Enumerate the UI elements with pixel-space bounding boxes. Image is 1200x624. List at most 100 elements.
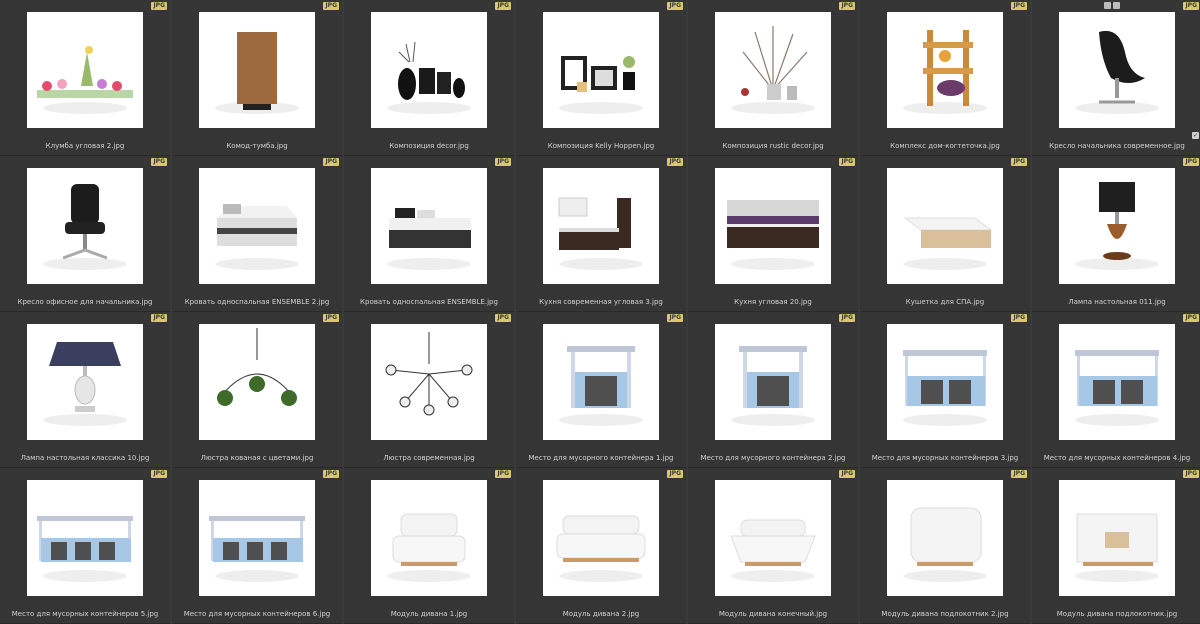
file-type-badge: JPG <box>667 158 683 166</box>
thumbnail-label: Кровать односпальная ENSEMBLE 2.jpg <box>184 298 330 306</box>
thumbnail-cell[interactable]: JPG Кухня современная угловая 3.jpg <box>516 156 686 312</box>
thumbnail-image[interactable] <box>715 12 831 128</box>
file-type-badge: JPG <box>839 2 855 10</box>
thumbnail-label: Клумба угловая 2.jpg <box>45 142 125 150</box>
thumbnail-image[interactable] <box>199 168 315 284</box>
bed-dark-icon <box>387 208 471 270</box>
spa-couch-icon <box>903 217 993 270</box>
thumbnail-cell[interactable]: JPG Модуль дивана конечный.jpg <box>688 468 858 624</box>
thumbnail-image[interactable] <box>371 480 487 596</box>
thumbnail-cell[interactable]: JPG Композиция rustic decor.jpg <box>688 0 858 156</box>
thumbnail-cell[interactable]: JPG Люстра кованая с цветами.jpg <box>172 312 342 468</box>
thumbnail-cell[interactable]: JPG Кровать односпальная ENSEMBLE 2.jpg <box>172 156 342 312</box>
file-type-badge: JPG <box>839 470 855 478</box>
thumbnail-image[interactable] <box>543 480 659 596</box>
thumbnail-grid: JPG Клумба угловая 2.jpg JPG Комод-тумба.jp… <box>0 0 1200 624</box>
thumbnail-cell[interactable]: JPG Модуль дивана подлокотник.jpg <box>1032 468 1200 624</box>
thumbnail-label: Модуль дивана 1.jpg <box>390 610 468 618</box>
file-type-badge: JPG <box>1011 470 1027 478</box>
thumbnail-label: Место для мусорного контейнера 2.jpg <box>700 454 846 462</box>
thumbnail-image[interactable] <box>199 12 315 128</box>
thumbnail-image[interactable] <box>715 324 831 440</box>
thumbnail-image[interactable] <box>27 12 143 128</box>
thumbnail-cell[interactable]: JPG Комод-тумба.jpg <box>172 0 342 156</box>
thumbnail-image[interactable] <box>887 324 1003 440</box>
thumbnail-cell[interactable]: JPG Модуль дивана 1.jpg <box>344 468 514 624</box>
thumbnail-cell[interactable]: JPG Композиция Kelly Hoppen.jpg <box>516 0 686 156</box>
thumbnail-image[interactable] <box>1059 168 1175 284</box>
thumbnail-label: Кухня современная угловая 3.jpg <box>539 298 663 306</box>
bin-shelter-wide-icon <box>903 350 987 426</box>
thumbnail-image[interactable] <box>543 324 659 440</box>
file-type-badge: JPG <box>667 470 683 478</box>
thumbnail-image[interactable] <box>199 324 315 440</box>
thumbnail-cell[interactable]: JPG Лампа настольная 011.jpg <box>1032 156 1200 312</box>
thumbnail-cell[interactable]: JPG Кухня угловая 20.jpg <box>688 156 858 312</box>
thumbnail-image[interactable] <box>887 12 1003 128</box>
thumbnail-label: Композиция decor.jpg <box>389 142 469 150</box>
select-checkbox[interactable]: ✓ <box>1192 132 1199 139</box>
file-type-badge: JPG <box>323 158 339 166</box>
thumbnail-cell[interactable]: JPG Модуль дивана подлокотник 2.jpg <box>860 468 1030 624</box>
file-type-badge: JPG <box>1183 470 1199 478</box>
thumbnail-image[interactable] <box>715 168 831 284</box>
file-type-badge: JPG <box>151 2 167 10</box>
thumbnail-image[interactable] <box>887 168 1003 284</box>
edit-icon[interactable] <box>1113 2 1120 9</box>
thumbnail-cell[interactable]: JPG Кушетка для СПА.jpg <box>860 156 1030 312</box>
decor-vases-icon <box>387 41 471 114</box>
thumbnail-image[interactable] <box>27 168 143 284</box>
thumbnail-image[interactable] <box>199 480 315 596</box>
thumbnail-cell[interactable]: JPG Клумба угловая 2.jpg <box>0 0 170 156</box>
thumbnail-image[interactable] <box>1059 12 1175 128</box>
file-type-badge: JPG <box>323 314 339 322</box>
file-type-badge: JPG <box>151 314 167 322</box>
bin-shelter-long-icon <box>37 516 133 582</box>
thumbnail-label: Кровать односпальная ENSEMBLE.jpg <box>360 298 498 306</box>
thumbnail-image[interactable] <box>1059 480 1175 596</box>
thumbnail-cell[interactable]: JPG Место для мусорных контейнеров 4.jpg <box>1032 312 1200 468</box>
thumbnail-cell[interactable]: JPG Место для мусорного контейнера 2.jpg <box>688 312 858 468</box>
thumbnail-image[interactable] <box>371 324 487 440</box>
thumbnail-label: Лампа настольная классика 10.jpg <box>20 454 150 462</box>
thumbnail-image[interactable] <box>543 168 659 284</box>
thumbnail-image[interactable] <box>715 480 831 596</box>
thumbnail-cell[interactable]: JPG Люстра современная.jpg <box>344 312 514 468</box>
cabinet-icon <box>215 32 299 114</box>
thumbnail-cell[interactable]: JPG Кресло начальника современное.jpg ✓ <box>1032 0 1200 156</box>
sofa-end-icon <box>730 519 816 582</box>
thumbnail-cell[interactable]: JPG Кресло офисное для начальника.jpg <box>0 156 170 312</box>
thumbnail-cell[interactable]: JPG Место для мусорных контейнеров 3.jpg <box>860 312 1030 468</box>
thumbnail-cell[interactable]: JPG Место для мусорных контейнеров 6.jpg <box>172 468 342 624</box>
thumbnail-label: Кухня угловая 20.jpg <box>734 298 812 306</box>
sofa-arm-icon <box>903 507 987 582</box>
thumbnail-label: Кресло начальника современное.jpg <box>1049 142 1185 150</box>
thumbnail-image[interactable] <box>371 168 487 284</box>
frame-icon[interactable] <box>1104 2 1111 9</box>
bin-shelter-icon <box>559 346 643 426</box>
file-type-badge: JPG <box>151 158 167 166</box>
thumbnail-cell[interactable]: JPG Место для мусорного контейнера 1.jpg <box>516 312 686 468</box>
thumbnail-cell[interactable]: JPG Лампа настольная классика 10.jpg <box>0 312 170 468</box>
thumbnail-cell[interactable]: JPG Место для мусорных контейнеров 5.jpg <box>0 468 170 624</box>
file-type-badge: JPG <box>1183 2 1199 10</box>
thumbnail-image[interactable] <box>543 12 659 128</box>
file-type-badge: JPG <box>667 2 683 10</box>
sofa-arm2-icon <box>1075 513 1159 582</box>
bin-shelter-wide-icon <box>1075 350 1159 426</box>
thumbnail-image[interactable] <box>371 12 487 128</box>
thumbnail-cell[interactable]: JPG Модуль дивана 2.jpg <box>516 468 686 624</box>
thumbnail-image[interactable] <box>887 480 1003 596</box>
thumbnail-label: Лампа настольная 011.jpg <box>1068 298 1166 306</box>
thumbnail-image[interactable] <box>1059 324 1175 440</box>
thumbnail-label: Модуль дивана подлокотник.jpg <box>1056 610 1178 618</box>
frames-icon <box>559 56 643 114</box>
classic-lamp-icon <box>43 342 127 426</box>
thumbnail-image[interactable] <box>27 324 143 440</box>
thumbnail-cell[interactable]: JPG Комплекс дом-когтеточка.jpg <box>860 0 1030 156</box>
thumbnail-image[interactable] <box>27 480 143 596</box>
file-type-badge: JPG <box>323 2 339 10</box>
bin-shelter-long-icon <box>209 516 305 582</box>
thumbnail-cell[interactable]: JPG Кровать односпальная ENSEMBLE.jpg <box>344 156 514 312</box>
thumbnail-cell[interactable]: JPG Композиция decor.jpg <box>344 0 514 156</box>
